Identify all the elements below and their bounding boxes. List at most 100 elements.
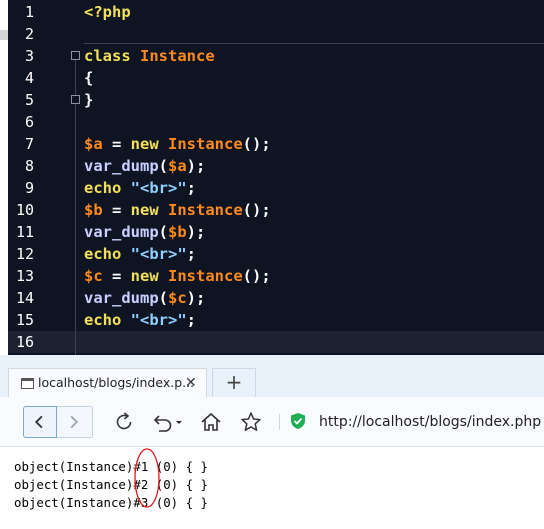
current-line-highlight bbox=[8, 331, 544, 353]
variable: $a bbox=[168, 157, 187, 175]
line-number: 9 bbox=[24, 179, 34, 197]
code-line: { bbox=[84, 67, 93, 89]
line-number: 12 bbox=[15, 245, 34, 263]
line-number: 11 bbox=[15, 223, 34, 241]
code-line: class Instance bbox=[84, 45, 215, 67]
code-line: } bbox=[84, 89, 93, 111]
back-icon bbox=[34, 415, 43, 429]
line-number: 5 bbox=[24, 91, 34, 109]
punctuation: ); bbox=[186, 223, 206, 241]
operator: = bbox=[102, 201, 131, 219]
browser-toolbar: http://localhost/blogs/index.php bbox=[0, 397, 544, 447]
class-name: Instance bbox=[140, 47, 215, 65]
function-name: var_dump bbox=[84, 223, 159, 241]
refresh-icon[interactable] bbox=[112, 410, 136, 434]
keyword: new bbox=[130, 201, 159, 219]
editor-left-strip bbox=[0, 0, 8, 355]
browser-tab[interactable]: localhost/blogs/index.p... ✕ bbox=[8, 368, 207, 397]
page-icon bbox=[21, 378, 34, 389]
code-line: <?php bbox=[84, 1, 131, 23]
editor-strip-tab bbox=[0, 30, 8, 40]
function-name: var_dump bbox=[84, 157, 159, 175]
tab-title: localhost/blogs/index.p... bbox=[38, 375, 195, 390]
back-button[interactable] bbox=[23, 406, 57, 438]
tab-bar: localhost/blogs/index.p... ✕ + bbox=[0, 355, 544, 397]
string-literal: "<br>" bbox=[130, 179, 187, 197]
line-number: 10 bbox=[15, 201, 34, 219]
php-open-tag: <?php bbox=[84, 3, 131, 21]
operator: = bbox=[102, 135, 131, 153]
code-line: var_dump($a); bbox=[84, 155, 205, 177]
close-tab-icon[interactable]: ✕ bbox=[185, 369, 197, 397]
output-line: object(Instance)#1 (0) { } bbox=[14, 459, 208, 474]
variable: $b bbox=[168, 223, 187, 241]
class-name: Instance bbox=[168, 201, 243, 219]
code-line: echo "<br>"; bbox=[84, 243, 196, 265]
function-name: var_dump bbox=[84, 289, 159, 307]
punctuation: ); bbox=[186, 289, 206, 307]
fold-end-icon[interactable] bbox=[71, 95, 80, 104]
line-number: 16 bbox=[15, 333, 34, 351]
string-literal: "<br>" bbox=[130, 245, 187, 263]
keyword: new bbox=[130, 135, 159, 153]
output-line: object(Instance)#3 (0) { } bbox=[14, 495, 208, 510]
line-number: 1 bbox=[24, 3, 34, 21]
code-line: $b = new Instance(); bbox=[84, 199, 271, 221]
line-number: 13 bbox=[15, 267, 34, 285]
line-number: 2 bbox=[24, 25, 34, 43]
line-number: 8 bbox=[24, 157, 34, 175]
brace: { bbox=[84, 69, 94, 87]
keyword: new bbox=[130, 267, 159, 285]
star-icon[interactable] bbox=[239, 410, 263, 434]
page-content: object(Instance)#1 (0) { } object(Instan… bbox=[0, 447, 544, 529]
section-divider bbox=[84, 43, 544, 44]
code-line: $a = new Instance(); bbox=[84, 133, 271, 155]
string-literal: "<br>" bbox=[130, 311, 187, 329]
punctuation: ; bbox=[186, 245, 197, 263]
variable: $a bbox=[84, 135, 103, 153]
class-name: Instance bbox=[168, 267, 243, 285]
code-line: echo "<br>"; bbox=[84, 177, 196, 199]
line-number: 6 bbox=[24, 113, 34, 131]
new-tab-button[interactable]: + bbox=[212, 368, 256, 397]
class-name: Instance bbox=[168, 135, 243, 153]
line-number: 15 bbox=[15, 311, 34, 329]
variable: $c bbox=[84, 267, 103, 285]
toolbar-divider bbox=[279, 414, 280, 430]
address-bar[interactable]: http://localhost/blogs/index.php bbox=[319, 397, 541, 447]
line-number: 4 bbox=[24, 69, 34, 87]
code-line: echo "<br>"; bbox=[84, 309, 196, 331]
output-line: object(Instance)#2 (0) { } bbox=[14, 477, 208, 492]
fold-collapse-icon[interactable] bbox=[71, 51, 80, 60]
forward-button[interactable] bbox=[57, 406, 93, 438]
brace: } bbox=[84, 91, 94, 109]
keyword: echo bbox=[84, 179, 122, 197]
line-number: 7 bbox=[24, 135, 34, 153]
browser-window: localhost/blogs/index.p... ✕ + http://lo… bbox=[0, 355, 544, 529]
home-icon[interactable] bbox=[199, 410, 223, 434]
code-line: var_dump($c); bbox=[84, 287, 205, 309]
punctuation: (); bbox=[242, 267, 271, 285]
forward-icon bbox=[70, 415, 79, 429]
punctuation: (); bbox=[242, 135, 271, 153]
punctuation: ; bbox=[186, 179, 197, 197]
keyword: echo bbox=[84, 311, 122, 329]
code-line: var_dump($b); bbox=[84, 221, 205, 243]
variable: $c bbox=[168, 289, 187, 307]
keyword: echo bbox=[84, 245, 122, 263]
operator: = bbox=[102, 267, 131, 285]
code-editor[interactable]: 1 2 3 4 5 6 7 8 9 10 11 12 13 14 15 16 <… bbox=[0, 0, 544, 355]
punctuation: ( bbox=[158, 223, 168, 241]
variable: $b bbox=[84, 201, 103, 219]
punctuation: ; bbox=[186, 311, 197, 329]
undo-icon[interactable] bbox=[150, 410, 186, 434]
code-line: $c = new Instance(); bbox=[84, 265, 271, 287]
line-number: 3 bbox=[24, 47, 34, 65]
punctuation: ( bbox=[158, 157, 168, 175]
shield-icon[interactable] bbox=[290, 412, 306, 430]
keyword: class bbox=[84, 47, 131, 65]
punctuation: ( bbox=[158, 289, 168, 307]
line-number: 14 bbox=[15, 289, 34, 307]
highlight-ellipse bbox=[134, 448, 160, 508]
punctuation: (); bbox=[242, 201, 271, 219]
